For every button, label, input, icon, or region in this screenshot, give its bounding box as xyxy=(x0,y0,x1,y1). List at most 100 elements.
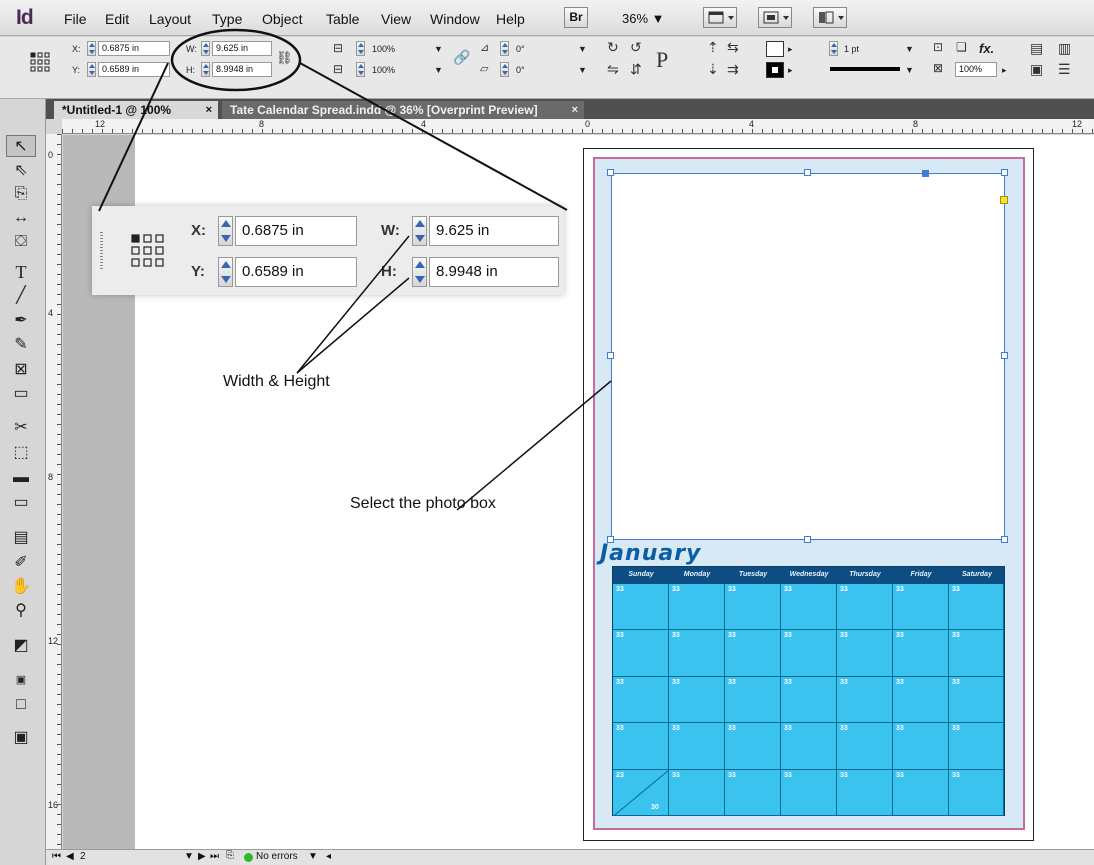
align-icon[interactable]: ☰ xyxy=(1058,61,1071,78)
stroke-weight-field[interactable]: 1 pt xyxy=(844,44,859,54)
arrange-documents-icon[interactable] xyxy=(813,7,847,28)
tab-calendar-spread[interactable]: Tate Calendar Spread.indd @ 36% [Overpri… xyxy=(222,101,584,119)
pen-tool-icon[interactable]: ✒ xyxy=(6,310,36,332)
chevron-down-icon[interactable]: ▼ xyxy=(434,44,443,54)
resize-handle[interactable] xyxy=(1001,169,1008,176)
last-page-icon[interactable]: ⏭ xyxy=(210,851,219,862)
resize-handle[interactable] xyxy=(1001,536,1008,543)
menu-window[interactable]: Window xyxy=(430,11,480,27)
flip-vertical-icon[interactable]: ⇵ xyxy=(630,61,642,78)
w-stepper[interactable] xyxy=(201,41,210,56)
free-transform-tool-icon[interactable]: ⬚ xyxy=(6,442,36,464)
open-page-icon[interactable]: ⎘ xyxy=(226,850,234,861)
stroke-arrow-icon[interactable]: ▸ xyxy=(788,65,793,76)
bridge-button[interactable]: Br xyxy=(564,7,588,28)
scroll-left-icon[interactable]: ◂ xyxy=(326,851,331,862)
content-collector-icon[interactable]: ⛋ xyxy=(6,231,36,253)
shear-field[interactable]: 0° xyxy=(516,65,525,75)
wrap-around-icon[interactable]: ▥ xyxy=(1058,40,1071,57)
shear-stepper[interactable] xyxy=(500,62,509,77)
fill-stroke-icon[interactable]: ◩ xyxy=(6,635,36,657)
resize-handle[interactable] xyxy=(804,169,811,176)
scale-y-field[interactable]: 100% xyxy=(372,65,395,75)
horizontal-ruler[interactable]: 12 8 4 0 4 8 12 xyxy=(62,119,1094,134)
formatting-container-icon[interactable]: ▣ xyxy=(6,669,36,691)
select-next-icon[interactable]: ⇉ xyxy=(727,61,739,78)
content-grabber-handle[interactable] xyxy=(922,170,929,177)
chevron-down-icon[interactable]: ▼ xyxy=(184,851,194,862)
effects-icon[interactable]: fx. xyxy=(979,41,994,56)
fill-arrow-icon[interactable]: ▸ xyxy=(788,44,793,55)
select-content-icon[interactable]: ⇆ xyxy=(727,39,739,56)
rotate-clockwise-icon[interactable]: ↻ xyxy=(607,39,619,56)
first-page-icon[interactable]: ⏮ xyxy=(52,851,61,862)
resize-handle[interactable] xyxy=(804,536,811,543)
menu-object[interactable]: Object xyxy=(262,11,302,27)
opacity-arrow-icon[interactable]: ▸ xyxy=(1002,65,1007,76)
stroke-weight-stepper[interactable] xyxy=(829,41,838,56)
zoom-tool-icon[interactable]: ⚲ xyxy=(6,600,36,622)
y-stepper[interactable] xyxy=(87,62,96,77)
menu-file[interactable]: File xyxy=(64,11,87,27)
chevron-down-icon[interactable]: ▼ xyxy=(434,65,443,75)
stroke-type-line[interactable] xyxy=(830,67,900,71)
gradient-feather-tool-icon[interactable]: ▭ xyxy=(6,492,36,514)
constrain-scale-icon[interactable]: 🔗 xyxy=(453,49,470,66)
opacity-field[interactable]: 100% xyxy=(955,62,997,77)
h-stepper[interactable] xyxy=(201,62,210,77)
tab-untitled[interactable]: *Untitled-1 @ 100% × xyxy=(54,101,218,119)
screen-mode-icon[interactable]: ▣ xyxy=(6,727,36,749)
chevron-down-icon[interactable]: ▼ xyxy=(578,44,587,54)
scale-x-field[interactable]: 100% xyxy=(372,44,395,54)
hand-tool-icon[interactable]: ✋ xyxy=(6,576,36,598)
resize-handle[interactable] xyxy=(607,169,614,176)
scale-x-stepper[interactable] xyxy=(356,41,365,56)
screen-mode-icon[interactable] xyxy=(758,7,792,28)
selection-tool-icon[interactable]: ↖ xyxy=(6,135,36,157)
rectangle-frame-tool-icon[interactable]: ⊠ xyxy=(6,359,36,381)
next-page-icon[interactable]: ▶ xyxy=(198,851,206,862)
type-tool-icon[interactable]: T xyxy=(6,261,36,283)
width-field[interactable]: 9.625 in xyxy=(212,41,272,56)
resize-handle[interactable] xyxy=(1001,352,1008,359)
text-wrap-icon[interactable]: ▤ xyxy=(1030,40,1043,57)
menu-layout[interactable]: Layout xyxy=(149,11,191,27)
live-corners-handle[interactable] xyxy=(1000,196,1008,204)
close-icon[interactable]: × xyxy=(572,101,578,119)
select-previous-icon[interactable]: ⇣ xyxy=(707,61,719,78)
flip-horizontal-icon[interactable]: ⇋ xyxy=(607,61,619,78)
rotate-stepper[interactable] xyxy=(500,41,509,56)
direct-selection-tool-icon[interactable]: ⇖ xyxy=(6,160,36,182)
rotate-field[interactable]: 0° xyxy=(516,44,525,54)
drop-shadow-icon[interactable]: ❏ xyxy=(956,40,967,54)
frame-fitting-icon[interactable]: ▣ xyxy=(1030,61,1043,78)
normal-mode-icon[interactable]: □ xyxy=(6,694,36,716)
menu-help[interactable]: Help xyxy=(496,11,525,27)
scissors-tool-icon[interactable]: ✂ xyxy=(6,417,36,439)
zoom-level-dropdown[interactable]: 36% ▼ xyxy=(622,11,665,26)
gap-tool-icon[interactable]: ↔ xyxy=(6,207,36,229)
rotate-counterclockwise-icon[interactable]: ↺ xyxy=(630,39,642,56)
menu-edit[interactable]: Edit xyxy=(105,11,129,27)
eyedropper-tool-icon[interactable]: ✐ xyxy=(6,552,36,574)
rectangle-tool-icon[interactable]: ▭ xyxy=(6,383,36,405)
y-field[interactable]: 0.6589 in xyxy=(98,62,170,77)
fill-swatch[interactable] xyxy=(766,41,784,57)
vertical-ruler[interactable]: 0 4 8 12 16 xyxy=(46,134,62,849)
menu-type[interactable]: Type xyxy=(212,11,242,27)
reference-point-icon[interactable] xyxy=(30,52,50,74)
note-tool-icon[interactable]: ▤ xyxy=(6,527,36,549)
menu-table[interactable]: Table xyxy=(326,11,359,27)
previous-page-icon[interactable]: ◀ xyxy=(66,851,74,862)
page-number-field[interactable]: 2 xyxy=(80,851,86,862)
chevron-down-icon[interactable]: ▼ xyxy=(308,851,318,862)
select-container-icon[interactable]: ⇡ xyxy=(707,39,719,56)
preflight-status[interactable]: No errors xyxy=(256,851,298,862)
chevron-down-icon[interactable]: ▼ xyxy=(578,65,587,75)
pencil-tool-icon[interactable]: ✎ xyxy=(6,334,36,356)
line-tool-icon[interactable]: ╱ xyxy=(6,285,36,307)
x-stepper[interactable] xyxy=(87,41,96,56)
constrain-proportions-icon[interactable]: ⛓ xyxy=(276,50,293,66)
chevron-down-icon[interactable]: ▼ xyxy=(905,44,914,54)
height-field[interactable]: 8.9948 in xyxy=(212,62,272,77)
